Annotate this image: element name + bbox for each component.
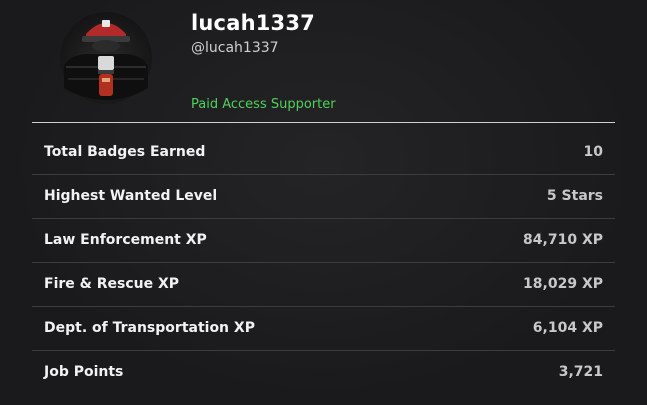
profile-header: lucah1337 @lucah1337 Paid Access Support… [0, 0, 647, 122]
stat-label: Total Badges Earned [44, 144, 206, 160]
stat-label: Law Enforcement XP [44, 232, 207, 248]
stat-label: Job Points [44, 364, 124, 380]
avatar-figure-icon [60, 12, 152, 104]
stat-label: Dept. of Transportation XP [44, 320, 255, 336]
stat-row-highest-wanted: Highest Wanted Level 5 Stars [32, 175, 615, 219]
stat-label: Fire & Rescue XP [44, 276, 180, 292]
avatar[interactable] [58, 8, 154, 104]
stat-label: Highest Wanted Level [44, 188, 218, 204]
stat-row-fire-rescue-xp: Fire & Rescue XP 18,029 XP [32, 263, 615, 307]
stat-row-job-points: Job Points 3,721 [32, 351, 615, 394]
stat-value: 18,029 XP [523, 276, 603, 292]
stat-row-dot-xp: Dept. of Transportation XP 6,104 XP [32, 307, 615, 351]
username-handle: @lucah1337 [191, 40, 279, 56]
stat-value: 6,104 XP [532, 320, 603, 336]
stat-value: 10 [583, 144, 603, 160]
stat-value: 84,710 XP [523, 232, 603, 248]
stat-value: 5 Stars [546, 188, 603, 204]
stats-list: Total Badges Earned 10 Highest Wanted Le… [32, 131, 615, 394]
stat-row-total-badges: Total Badges Earned 10 [32, 131, 615, 175]
stat-row-law-enforcement-xp: Law Enforcement XP 84,710 XP [32, 219, 615, 263]
supporter-tag: Paid Access Supporter [191, 97, 336, 112]
display-name: lucah1337 [191, 11, 315, 35]
stat-value: 3,721 [558, 364, 603, 380]
header-divider [32, 122, 615, 123]
